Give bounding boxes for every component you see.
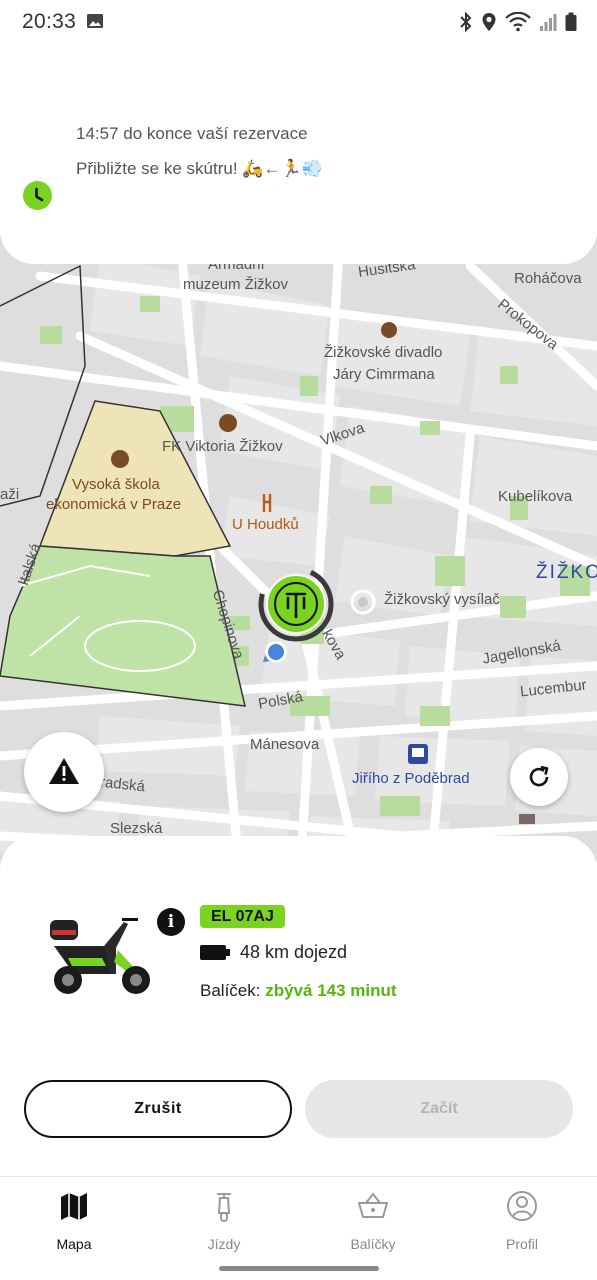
reservation-hint: Přibližte se ke skútru! 🛵←🏃💨 — [76, 159, 323, 178]
nav-label-packages: Balíčky — [350, 1236, 396, 1252]
map-label-rohacova: Roháčova — [514, 270, 582, 287]
start-button[interactable]: Začít — [305, 1080, 573, 1138]
map-label-tower: Žižkovský vysílač — [384, 591, 500, 608]
signal-icon — [540, 14, 557, 31]
bottom-nav: Mapa Jízdy Balíčky Profil — [0, 1176, 597, 1280]
map-label-edge-left: aži — [0, 486, 20, 503]
status-icons — [459, 12, 577, 32]
nav-label-profile: Profil — [506, 1236, 538, 1252]
nav-label-rides: Jízdy — [207, 1236, 241, 1252]
refresh-icon — [529, 765, 549, 787]
nav-label-map: Mapa — [56, 1236, 92, 1252]
map-label-viktoria: FK Viktoria Žižkov — [162, 438, 283, 455]
warning-icon — [49, 758, 79, 784]
nav-item-profile[interactable]: Profil — [462, 1189, 582, 1252]
basket-icon — [358, 1192, 388, 1218]
clock-icon — [23, 181, 52, 210]
package-info: Balíček: zbývá 143 minut — [200, 981, 397, 1001]
cancel-button[interactable]: Zrušit — [24, 1080, 292, 1138]
location-icon — [482, 13, 496, 31]
map-label-jiriho: Jiřího z Poděbrad — [352, 770, 470, 787]
bluetooth-icon — [460, 12, 472, 32]
scooter-icon — [217, 1193, 231, 1222]
status-bar: 20:33 — [0, 0, 597, 46]
map-label-theatre-1: Žižkovské divadlo — [324, 344, 443, 361]
wifi-icon — [505, 12, 531, 32]
map-label-kubelikova: Kubelíkova — [498, 488, 573, 505]
map-label-manesova: Mánesova — [250, 736, 320, 753]
map-label-u-houdku: U Houdků — [232, 516, 299, 533]
info-icon[interactable]: i — [157, 908, 185, 936]
package-label: Balíček: — [200, 981, 261, 1000]
license-plate: EL 07AJ — [200, 905, 285, 928]
map-label-museum-2: muzeum Žižkov — [183, 276, 289, 293]
range-text: 48 km dojezd — [240, 942, 348, 962]
battery-icon — [565, 12, 577, 31]
refresh-button[interactable] — [510, 748, 568, 806]
package-remaining: zbývá 143 minut — [265, 981, 397, 1000]
map-label-school-2: ekonomická v Praze — [46, 496, 182, 513]
map-label-slezska: Slezská — [110, 820, 163, 837]
reservation-countdown: 14:57 do konce vaší rezervace — [76, 124, 308, 143]
report-issue-button[interactable] — [24, 732, 104, 812]
nav-item-rides[interactable]: Jízdy — [164, 1189, 284, 1252]
nav-item-packages[interactable]: Balíčky — [313, 1189, 433, 1252]
map-label-district: ŽIŽKO — [536, 562, 597, 583]
gallery-icon — [87, 14, 103, 28]
map-icon — [61, 1193, 87, 1220]
reservation-card: 14:57 do konce vaší rezervace Přibližte … — [0, 46, 597, 264]
status-time: 20:33 — [22, 10, 77, 33]
home-indicator[interactable] — [219, 1266, 379, 1271]
battery-level-icon — [200, 945, 230, 960]
map-label-theatre-2: Járy Cimrmana — [333, 366, 435, 383]
map-label-school-1: Vysoká škola — [72, 476, 160, 493]
app-screen: 20:33 14:57 do konce vaší rezervace Přib… — [0, 0, 597, 1280]
nav-item-map[interactable]: Mapa — [14, 1189, 134, 1252]
scooter-image — [50, 918, 150, 994]
profile-icon — [507, 1191, 537, 1221]
